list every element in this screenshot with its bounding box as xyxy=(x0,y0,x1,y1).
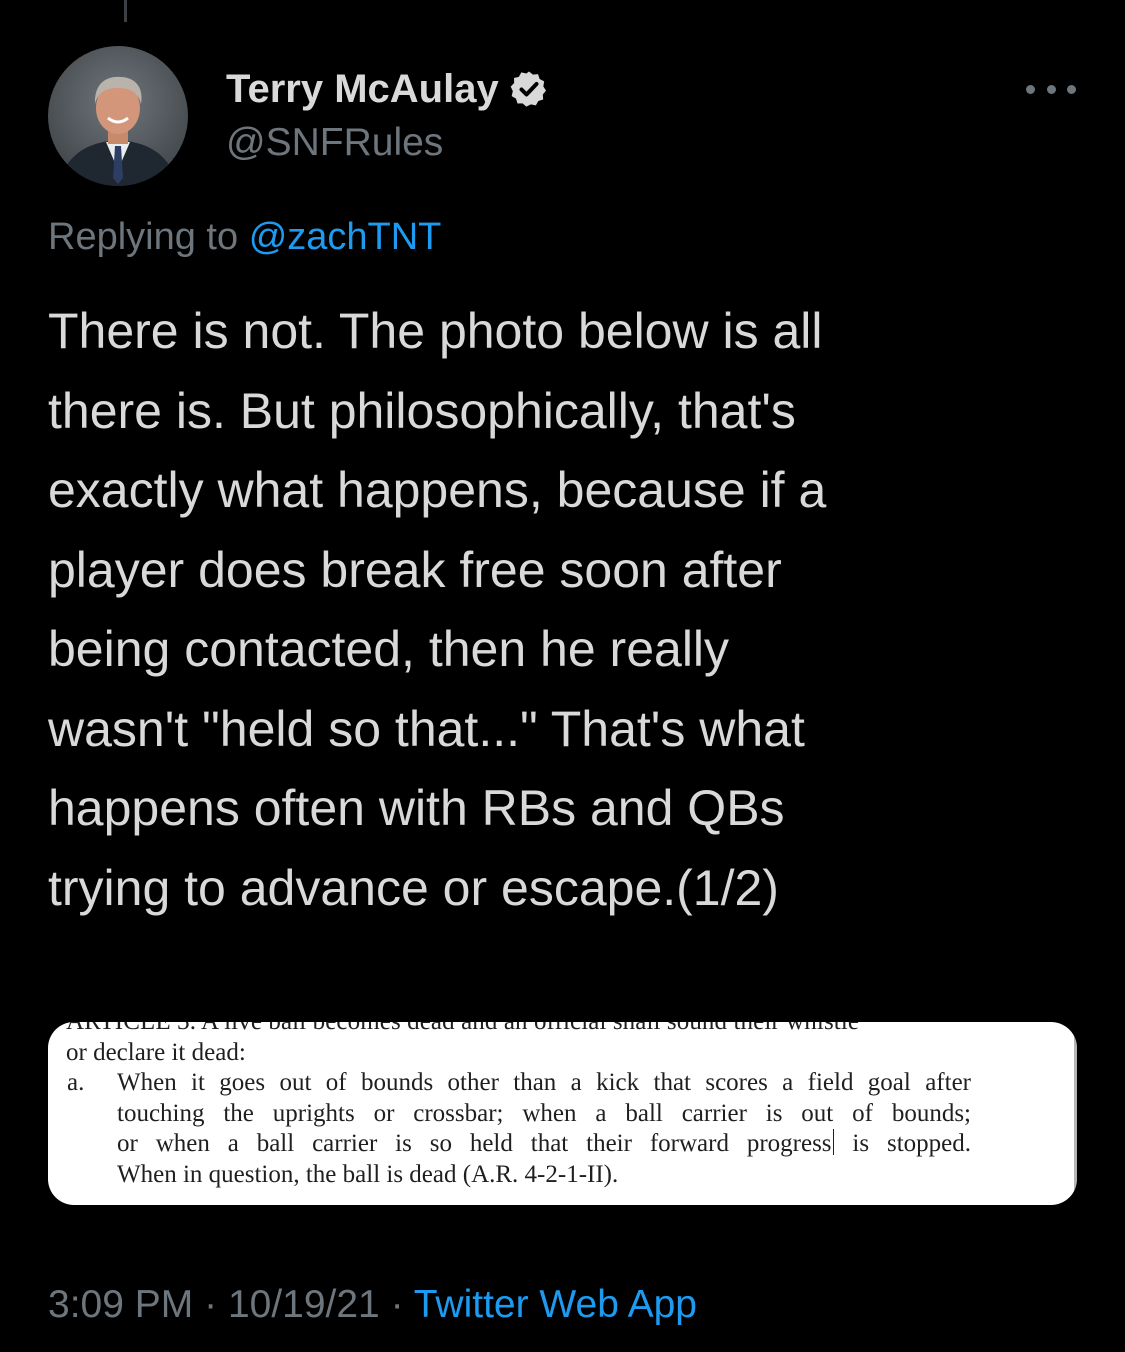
rule-article-line: or declare it dead: xyxy=(66,1038,246,1066)
display-name-text: Terry McAulay xyxy=(226,67,499,111)
rule-item-a: a. When it goes out of bounds other than… xyxy=(66,1068,971,1190)
tweet-text-line: player does break free soon after xyxy=(48,541,782,598)
tweet-date[interactable]: 10/19/21 xyxy=(228,1283,380,1326)
tweet-source-link[interactable]: Twitter Web App xyxy=(414,1283,697,1326)
more-dot xyxy=(1026,84,1035,94)
rule-item-line: When in question, the ball is dead (A.R.… xyxy=(117,1160,619,1188)
attached-photo[interactable]: ARTICLE 3. A live ball becomes dead and … xyxy=(48,1022,1077,1205)
verified-badge-icon xyxy=(510,71,546,107)
replying-to-label: Replying to xyxy=(48,216,239,258)
author-handle[interactable]: @SNFRules xyxy=(226,120,443,166)
profile-photo-icon xyxy=(48,46,188,186)
text-cursor-mark xyxy=(832,1129,834,1155)
tweet-text-line: There is not. The photo below is all xyxy=(48,303,823,359)
replying-to: Replying to @zachTNT xyxy=(48,212,441,262)
rulebook-excerpt: ARTICLE 3. A live ball becomes dead and … xyxy=(66,1022,971,1190)
tweet-metadata: 3:09 PM · 10/19/21 · Twitter Web App xyxy=(48,1280,697,1330)
rule-item-line-text: or when a ball carrier is so held that t… xyxy=(117,1130,832,1157)
rule-article-line: ARTICLE 3. A live ball becomes dead and … xyxy=(66,1022,971,1038)
rule-item-line: touching the uprights or crossbar; when … xyxy=(117,1099,971,1127)
tweet-text-line: wasn't "held so that..." That's what xyxy=(48,700,805,757)
avatar[interactable] xyxy=(48,46,188,186)
thread-connector-line xyxy=(124,0,127,22)
tweet-time[interactable]: 3:09 PM xyxy=(48,1283,193,1326)
tweet-text-line: being contacted, then he really xyxy=(48,621,730,677)
more-dot xyxy=(1046,84,1056,94)
tweet-text: There is not. The photo below is all the… xyxy=(48,292,1088,928)
rule-item-body: When it goes out of bounds other than a … xyxy=(117,1068,971,1190)
more-dot xyxy=(1067,84,1076,94)
tweet-text-line: there is. But philosophically, that's xyxy=(48,382,796,439)
rule-item-line-3: or when a ball carrier is so held that t… xyxy=(117,1129,971,1160)
tweet-text-line: exactly what happens, because if a xyxy=(48,462,827,518)
more-options-icon[interactable] xyxy=(1026,74,1076,104)
meta-separator: · xyxy=(204,1283,218,1326)
rule-item-letter: a. xyxy=(67,1069,85,1096)
tweet-text-line: trying to advance or escape.(1/2) xyxy=(48,859,779,916)
reply-mention-link[interactable]: @zachTNT xyxy=(249,216,442,258)
meta-separator: · xyxy=(390,1283,404,1326)
rule-item-line-tail: is stopped. xyxy=(852,1130,971,1157)
photo-edge-shadow xyxy=(1074,1022,1077,1205)
rule-item-line: When it goes out of bounds other than a … xyxy=(117,1069,971,1096)
author-display-name[interactable]: Terry McAulay xyxy=(226,66,549,112)
tweet-text-line: happens often with RBs and QBs xyxy=(48,780,785,836)
